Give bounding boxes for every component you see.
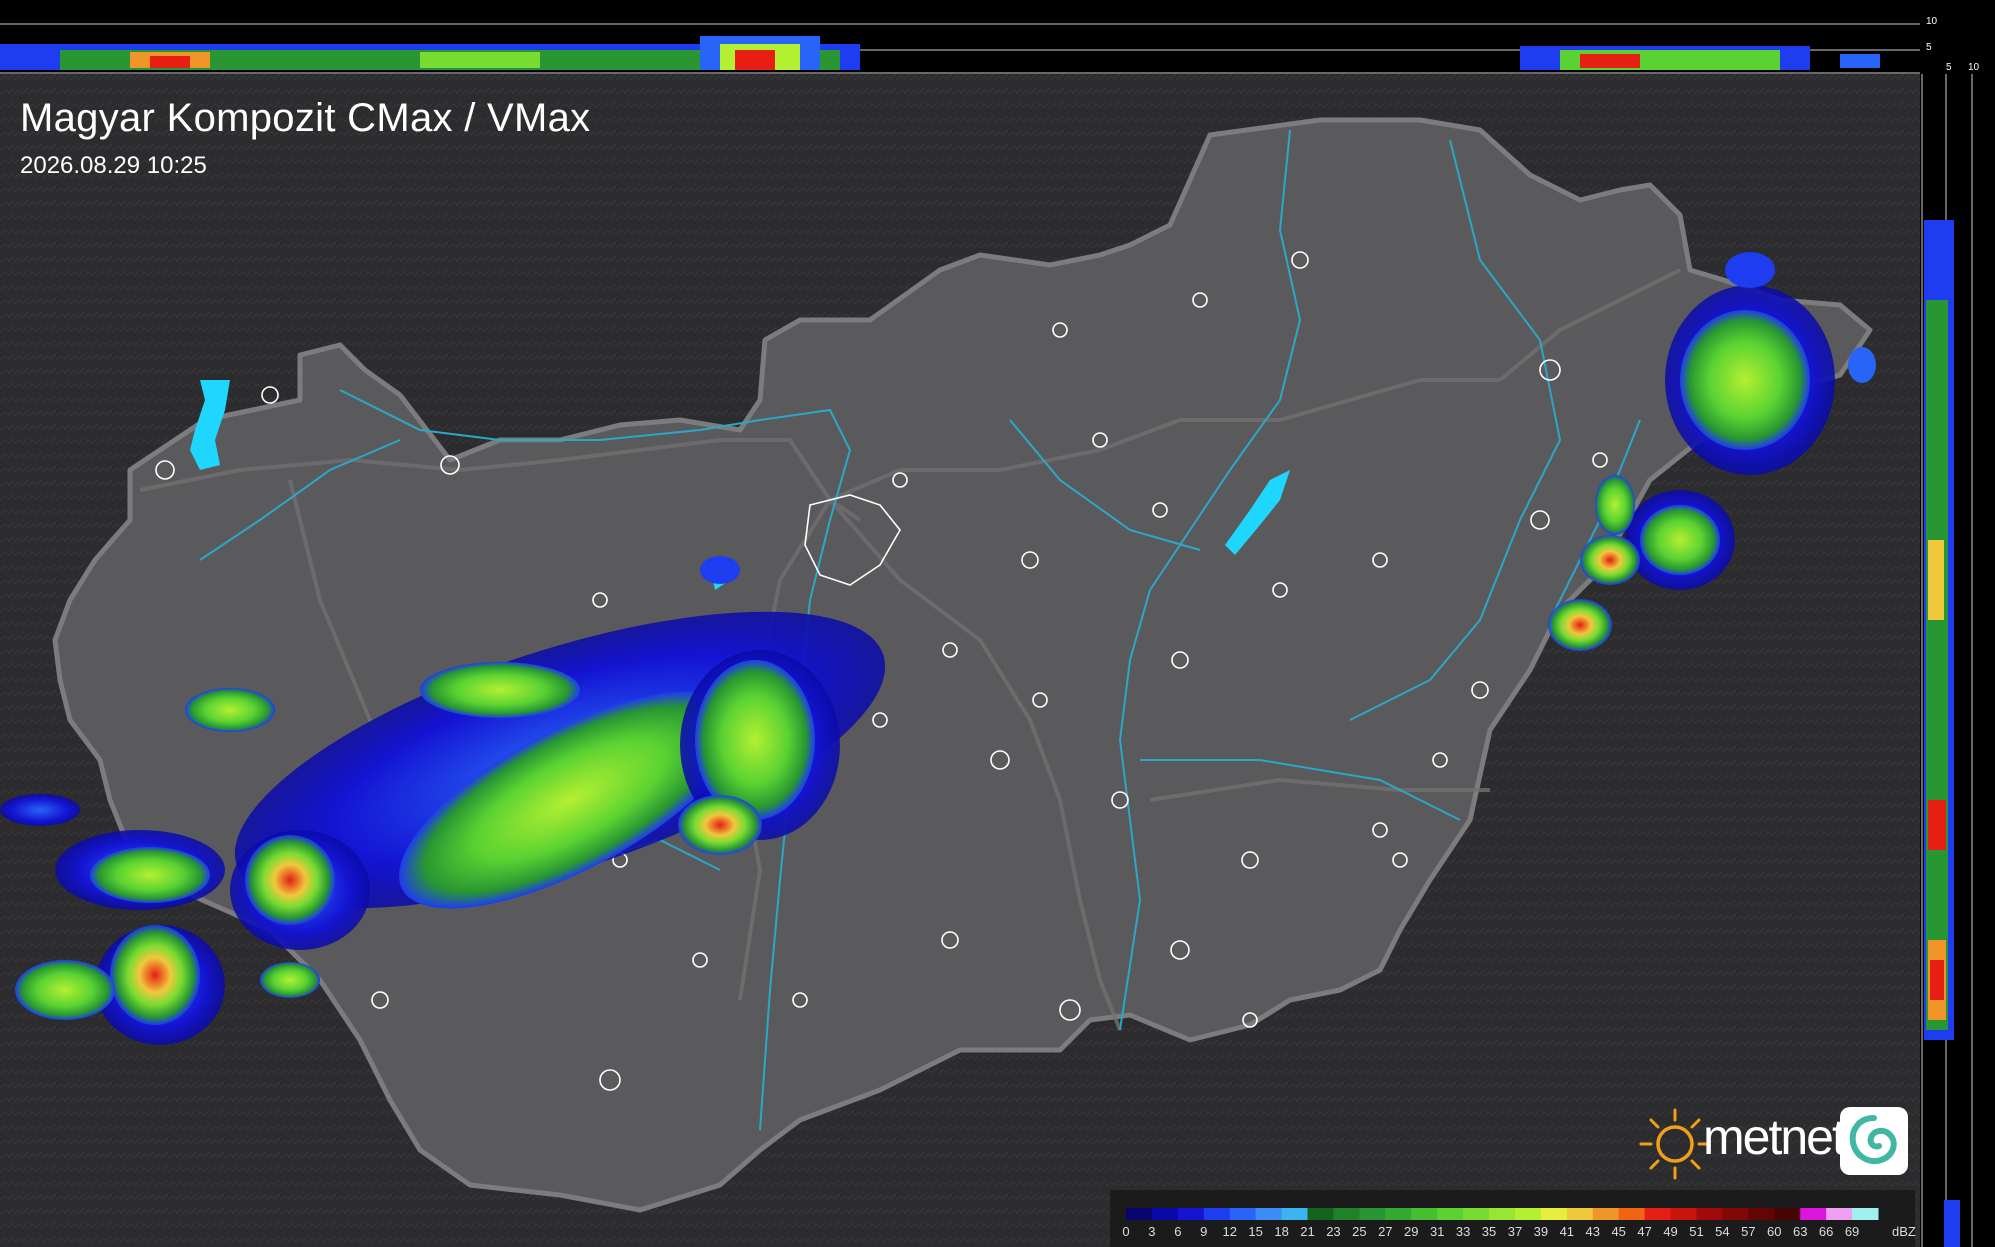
legend-swatch (1618, 1208, 1646, 1220)
legend-tick-label: 39 (1533, 1224, 1549, 1239)
legend-swatch (1748, 1208, 1775, 1220)
legend-tick-label: 3 (1148, 1224, 1156, 1239)
legend-tick-label: 63 (1792, 1224, 1808, 1239)
brand-name: metnet (1703, 1109, 1846, 1165)
legend-swatch (1540, 1208, 1568, 1220)
legend-tick-label: 41 (1559, 1224, 1575, 1239)
top-profile-strip (0, 0, 1920, 74)
legend-tick-label: 51 (1689, 1224, 1704, 1239)
map-title: Magyar Kompozit CMax / VMax (20, 96, 591, 140)
legend-swatch (1852, 1208, 1879, 1220)
legend-tick-label: 9 (1200, 1224, 1208, 1239)
profile-scale-label: 10 (1968, 62, 1980, 73)
legend-tick-label: 57 (1741, 1224, 1756, 1239)
legend-tick-label: 31 (1429, 1224, 1445, 1239)
legend-swatch (1774, 1208, 1801, 1220)
legend-swatch (1644, 1208, 1672, 1220)
legend-swatch (1514, 1208, 1542, 1220)
legend-swatch (1151, 1208, 1179, 1220)
legend-swatch (1489, 1208, 1516, 1220)
legend-tick-label: 69 (1844, 1224, 1860, 1239)
legend-tick-label: 35 (1481, 1224, 1497, 1239)
legend-tick-label: 49 (1663, 1224, 1678, 1239)
legend-swatch (1696, 1208, 1723, 1220)
legend-swatch (1800, 1208, 1827, 1220)
legend-swatch (1826, 1208, 1853, 1220)
legend-swatch (1229, 1208, 1257, 1220)
legend-tick-label: 54 (1715, 1224, 1730, 1239)
legend-tick-label: 66 (1818, 1224, 1834, 1239)
legend-tick-label: 0 (1122, 1224, 1130, 1239)
legend-tick-label: 37 (1507, 1224, 1523, 1239)
legend-swatch (1307, 1208, 1334, 1220)
legend-tick-label: 15 (1248, 1224, 1263, 1239)
legend-tick-label: 60 (1767, 1224, 1782, 1239)
right-profile-strip (1920, 0, 1995, 1247)
map-canvas (0, 0, 1995, 1247)
radar-map: Magyar Kompozit CMax / VMax 2026.08.29 1… (0, 0, 1995, 1247)
legend-swatch (1437, 1208, 1464, 1220)
legend-swatch (1385, 1208, 1412, 1220)
legend-swatch (1333, 1208, 1360, 1220)
profile-scale-label: 5 (1946, 62, 1952, 73)
legend-tick-label: 23 (1326, 1224, 1341, 1239)
metnet-logo: metnet (1637, 1104, 1912, 1184)
legend-tick-label: 18 (1274, 1224, 1289, 1239)
legend-swatch (1670, 1208, 1697, 1220)
legend-tick-label: 21 (1300, 1224, 1315, 1239)
legend-tick-label: 43 (1585, 1224, 1600, 1239)
dbz-legend: 0 3 6 9 12 15 18 21 23 25 27 29 31 33 35 37 39 41 43 45 47 49… (1110, 1190, 1916, 1247)
legend-swatch (1463, 1208, 1490, 1220)
legend-tick-label: 47 (1637, 1224, 1652, 1239)
legend-tick-label: 45 (1611, 1224, 1626, 1239)
legend-swatch (1281, 1208, 1309, 1220)
legend-tick-label: 33 (1455, 1224, 1471, 1239)
profile-scale-label: 10 (1926, 16, 1938, 27)
legend-swatch (1126, 1208, 1153, 1220)
legend-unit: dBZ (1892, 1224, 1916, 1239)
legend-swatch (1203, 1208, 1231, 1220)
legend-tick-label: 27 (1378, 1224, 1393, 1239)
swirl-icon (1840, 1107, 1908, 1175)
legend-swatch (1177, 1208, 1205, 1220)
map-timestamp: 2026.08.29 10:25 (20, 152, 207, 179)
legend-swatch (1722, 1208, 1749, 1220)
legend-swatch (1255, 1208, 1283, 1220)
legend-swatch (1566, 1208, 1594, 1220)
legend-swatch (1592, 1208, 1620, 1220)
legend-swatch (1359, 1208, 1386, 1220)
legend-tick-label: 12 (1222, 1224, 1237, 1239)
legend-swatch (1411, 1208, 1438, 1220)
legend-tick-label: 29 (1404, 1224, 1419, 1239)
profile-scale-label: 5 (1926, 42, 1932, 53)
legend-tick-label: 6 (1174, 1224, 1182, 1239)
legend-color-scale (1126, 1208, 1879, 1220)
legend-tick-label: 25 (1352, 1224, 1367, 1239)
